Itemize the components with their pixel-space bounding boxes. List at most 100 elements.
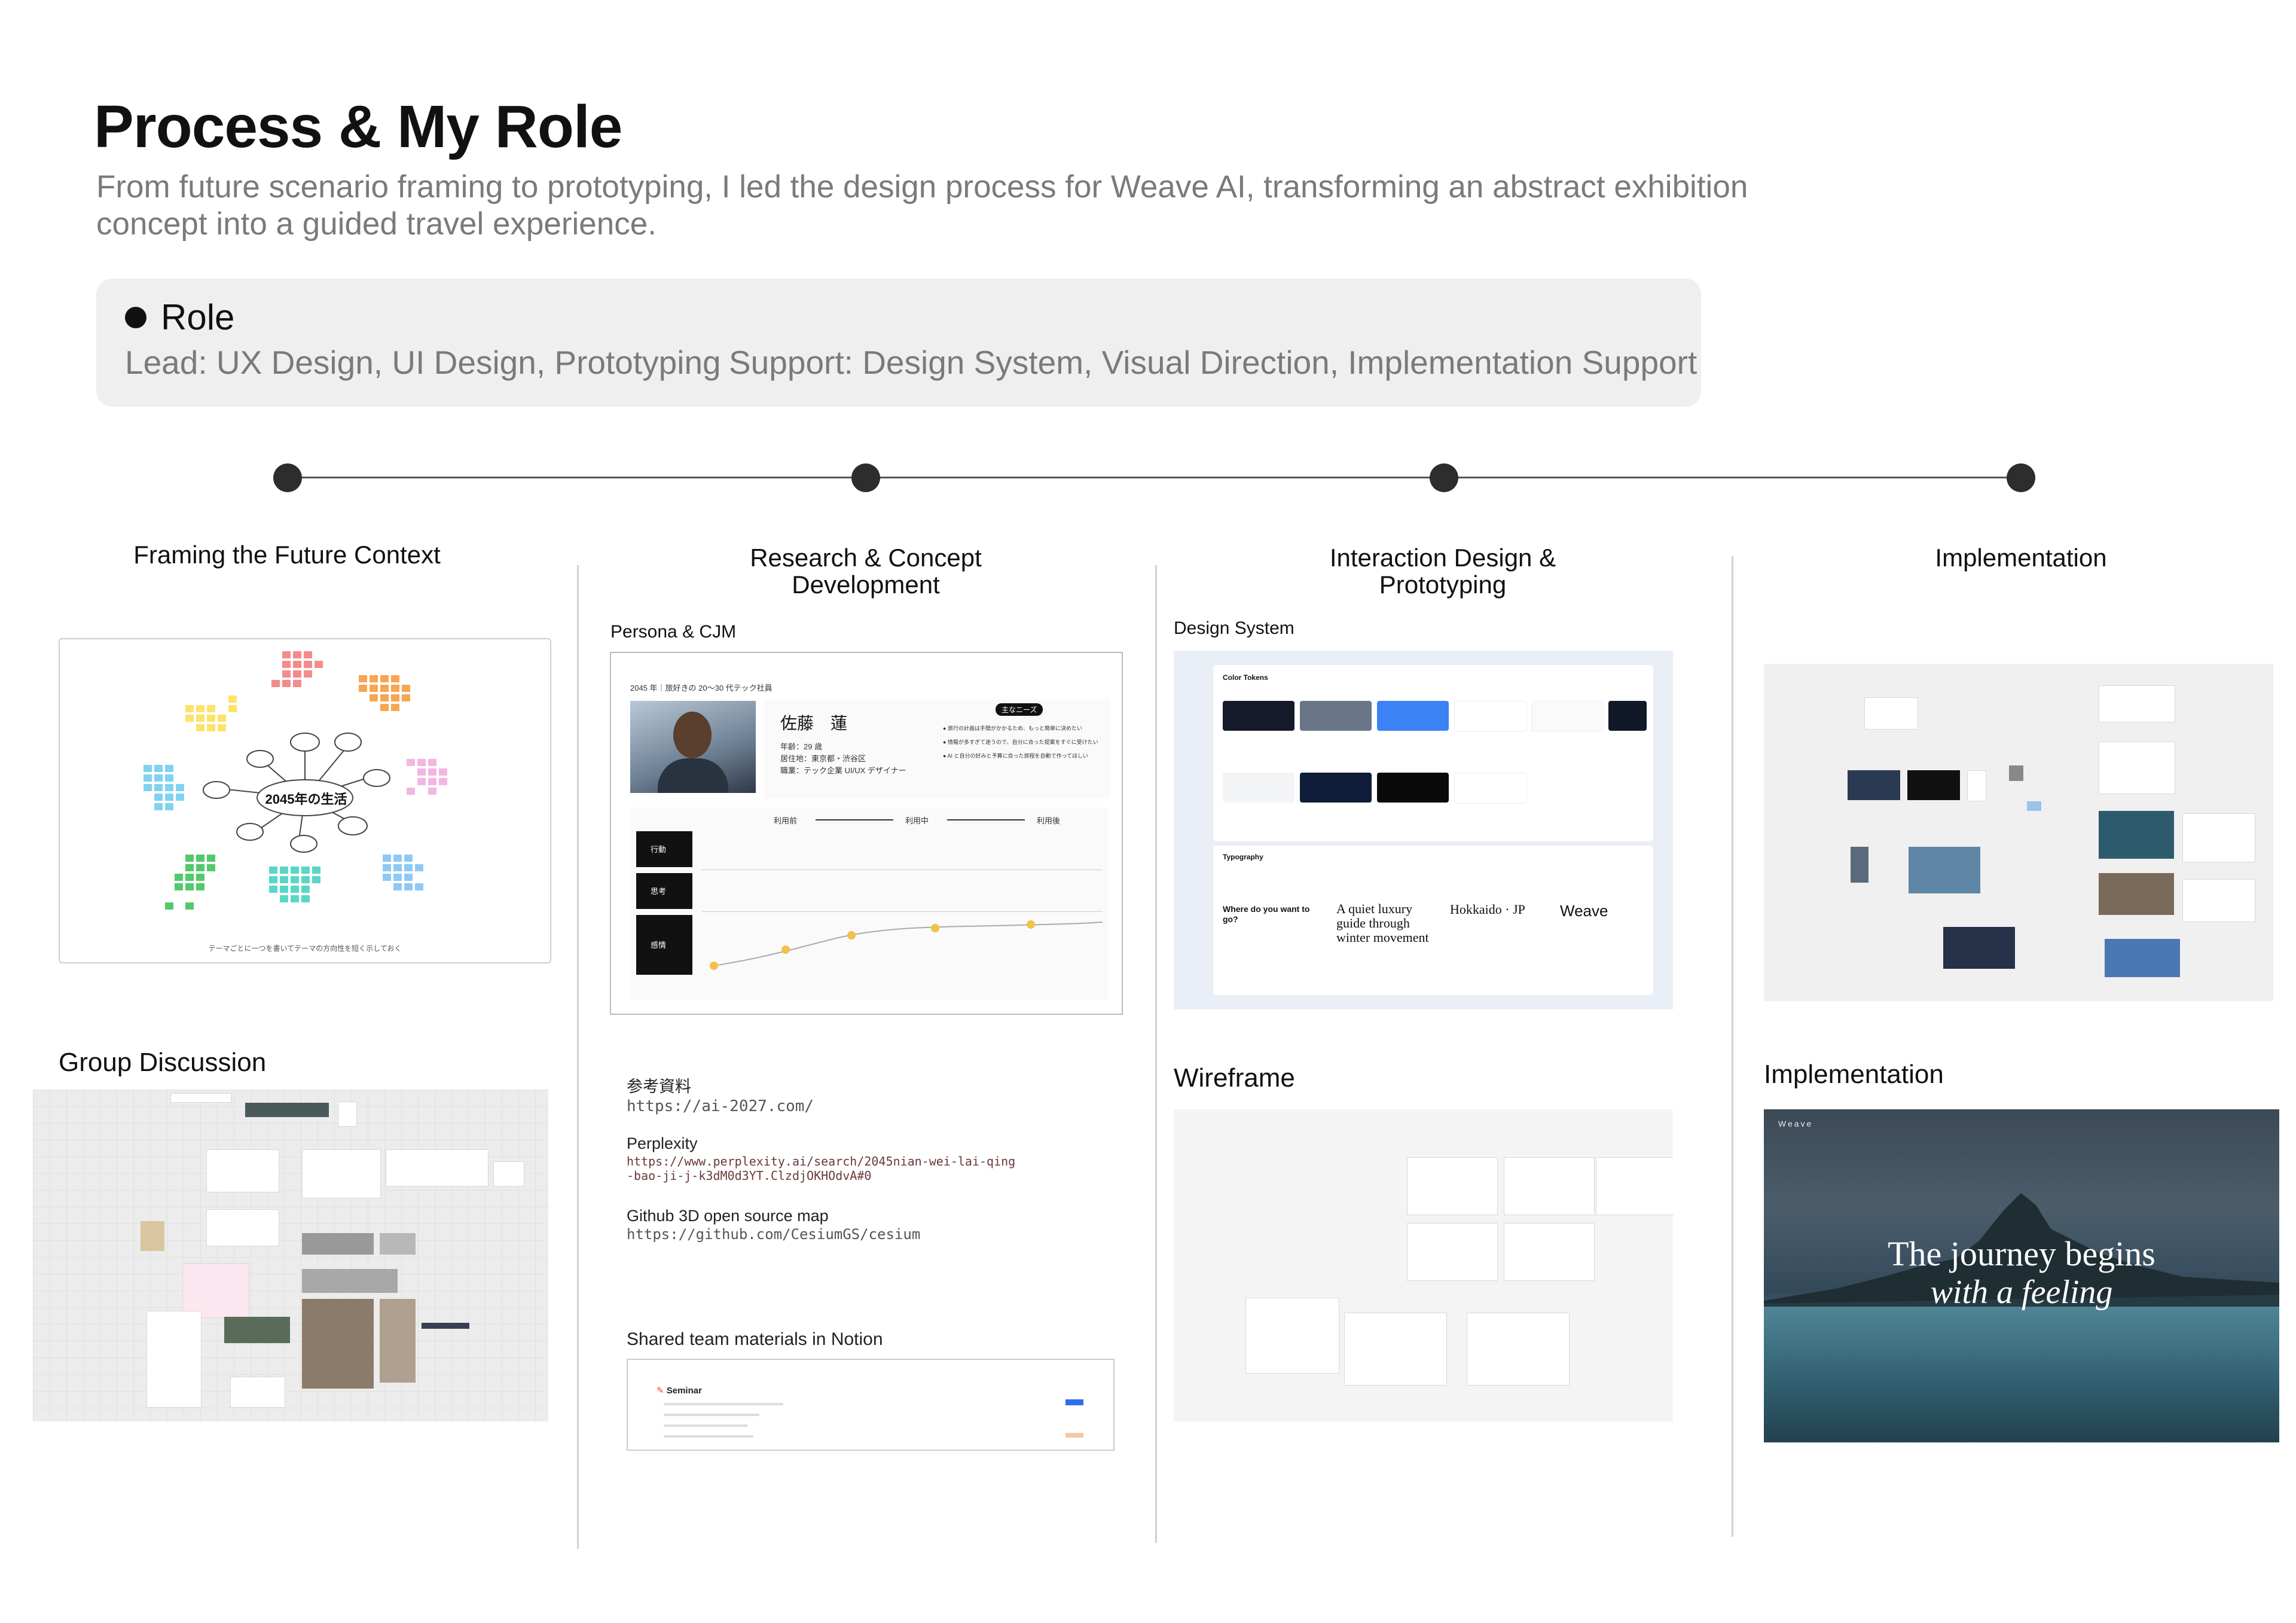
screen-thumb: [1864, 697, 1918, 730]
board-bar: [422, 1323, 469, 1329]
timeline-dot-2: [851, 463, 880, 492]
wireframe-frame: [1504, 1157, 1595, 1215]
hero-brand: Weave: [1778, 1119, 1813, 1128]
notion-title-text: Seminar: [666, 1386, 702, 1396]
implementation-label: Implementation: [1764, 1060, 1944, 1089]
wireframe-frame: [1504, 1223, 1595, 1281]
stage-label: 利用後: [1037, 816, 1061, 825]
phone-group-thumb: [2105, 939, 2180, 977]
wireframe-frame: [1596, 1157, 1673, 1215]
implementation-board: [1764, 664, 2273, 1001]
type-sample: A quiet luxury guide through winter move…: [1336, 901, 1429, 945]
row-label-action: 行動: [636, 831, 692, 867]
reference-link[interactable]: https://ai-2027.com/: [627, 1097, 814, 1115]
notion-label: Shared team materials in Notion: [627, 1329, 883, 1349]
screen-thumb: [2182, 879, 2255, 922]
implementation-hero: Weave The journey begins with a feeling: [1764, 1109, 2279, 1442]
board-thumb: [338, 1102, 357, 1127]
color-swatch: [1454, 773, 1527, 804]
row-label-emotion: 感情: [636, 915, 692, 975]
screen-thumb: [2099, 873, 2174, 915]
sea: [1764, 1307, 2279, 1442]
type-sample: Hokkaido · JP: [1450, 902, 1525, 917]
reference-title: Perplexity: [627, 1134, 698, 1152]
need-item: ● 旅行の計画は手間がかかるため、もっと簡単に決めたい: [943, 725, 1082, 731]
role-support: Support: Design System, Visual Direction…: [729, 344, 1697, 381]
column-divider: [577, 565, 579, 1549]
reference-link[interactable]: https://github.com/CesiumGS/cesium: [627, 1226, 920, 1243]
screen-thumb: [1907, 770, 1960, 800]
reference-link[interactable]: https://www.perplexity.ai/search/2045nia…: [627, 1154, 1021, 1183]
group-discussion-label: Group Discussion: [59, 1048, 267, 1077]
avatar-body: [658, 758, 728, 793]
board-card: [206, 1209, 279, 1246]
typography-title: Typography: [1223, 853, 1263, 861]
board-photo: [380, 1233, 416, 1255]
type-sample: Where do you want to go?: [1223, 904, 1310, 924]
screen-thumb: [1967, 770, 1986, 801]
need-item-text: 旅行の計画は手間がかかるため、もっと簡単に決めたい: [947, 725, 1082, 731]
color-swatch: [1531, 701, 1604, 732]
timeline-dot-3: [1430, 463, 1458, 492]
persona-label: Persona & CJM: [610, 622, 737, 642]
timeline-line: [288, 477, 2020, 478]
phase-title-implementation: Implementation: [1935, 544, 2107, 572]
journey-map: 利用前 利用中 利用後 行動 思考 感情: [630, 807, 1109, 1000]
bullet-icon: [125, 306, 146, 328]
notion-screenshot: ✎ Seminar: [627, 1359, 1115, 1451]
group-discussion-board: [33, 1090, 548, 1421]
persona-name: 佐藤 蓮: [780, 714, 848, 733]
phone-thumb: [1851, 847, 1868, 883]
notion-row: [664, 1414, 759, 1416]
board-notes: [230, 1377, 285, 1408]
stage-label: 利用前: [774, 816, 798, 825]
avatar: [673, 712, 712, 758]
column-divider: [1732, 556, 1733, 1537]
screen-thumb: [2099, 742, 2175, 794]
persona-photo: [630, 701, 756, 793]
mindmap-board: 2045年の生活 テーマごとに一つを書いてテーマの方向性を短く示しておく: [59, 638, 551, 963]
phase-title-research: Research & Concept Development: [750, 544, 982, 599]
persona-age: 年齢：29 歳: [780, 742, 823, 751]
color-tokens-title: Color Tokens: [1223, 673, 1268, 682]
board-photo: [141, 1221, 164, 1251]
board-photo: [302, 1269, 398, 1293]
design-system-board: Color Tokens Typography Where do you wan…: [1174, 651, 1673, 1009]
need-item: ● AI と自分の好みと予算に合った旅程を自動で作ってほしい: [943, 753, 1089, 759]
wireframe-board: [1174, 1109, 1673, 1421]
color-swatch: [1300, 773, 1372, 803]
screen-thumb: [2182, 813, 2255, 862]
persona-tag: 2045 年｜旅好きの 20〜30 代テック社員: [630, 684, 773, 692]
typography-card: Typography Where do you want to go? A qu…: [1213, 846, 1653, 995]
board-card: [386, 1149, 488, 1186]
need-item-text: 情報が多すぎて迷うので、自分に合った提案をすぐに受けたい: [947, 739, 1098, 745]
wireframe-frame: [1407, 1223, 1498, 1281]
wireframe-sketch: [1245, 1298, 1339, 1374]
row-divider: [702, 911, 1103, 912]
notion-button: [1065, 1399, 1083, 1405]
timeline-dot-1: [273, 463, 302, 492]
screen-thumb: [1909, 847, 1980, 893]
hero-headline: The journey begins: [1888, 1234, 2155, 1273]
persona-job: 職業：テック企業 UI/UX デザイナー: [780, 766, 906, 775]
board-notes: [146, 1311, 201, 1408]
persona-info: 佐藤 蓮 年齢：29 歳 居住地：東京都・渋谷区 職業：テック企業 UI/UX …: [764, 700, 1110, 799]
role-card: Role Lead: UX Design, UI Design, Prototy…: [96, 279, 1701, 407]
screen-thumb: [2009, 765, 2023, 781]
color-swatch: [1454, 701, 1527, 732]
wireframe-label: Wireframe: [1174, 1063, 1295, 1093]
board-card: [206, 1149, 279, 1192]
screen-thumb: [2099, 811, 2174, 859]
color-swatch: [1608, 701, 1647, 731]
role-lead: Lead: UX Design, UI Design, Prototyping: [125, 344, 721, 381]
wireframe-sketch: [1467, 1313, 1570, 1386]
needs-badge: 主なニーズ: [996, 703, 1043, 716]
wireframe-frame: [1407, 1157, 1498, 1215]
board-photo: [302, 1233, 374, 1255]
emotion-curve: [710, 920, 1103, 970]
phone-group-thumb: [1943, 927, 2015, 969]
page-title: Process & My Role: [94, 93, 622, 160]
board-card: [493, 1161, 524, 1186]
role-heading-text: Role: [161, 297, 235, 337]
color-swatch: [1377, 701, 1449, 731]
